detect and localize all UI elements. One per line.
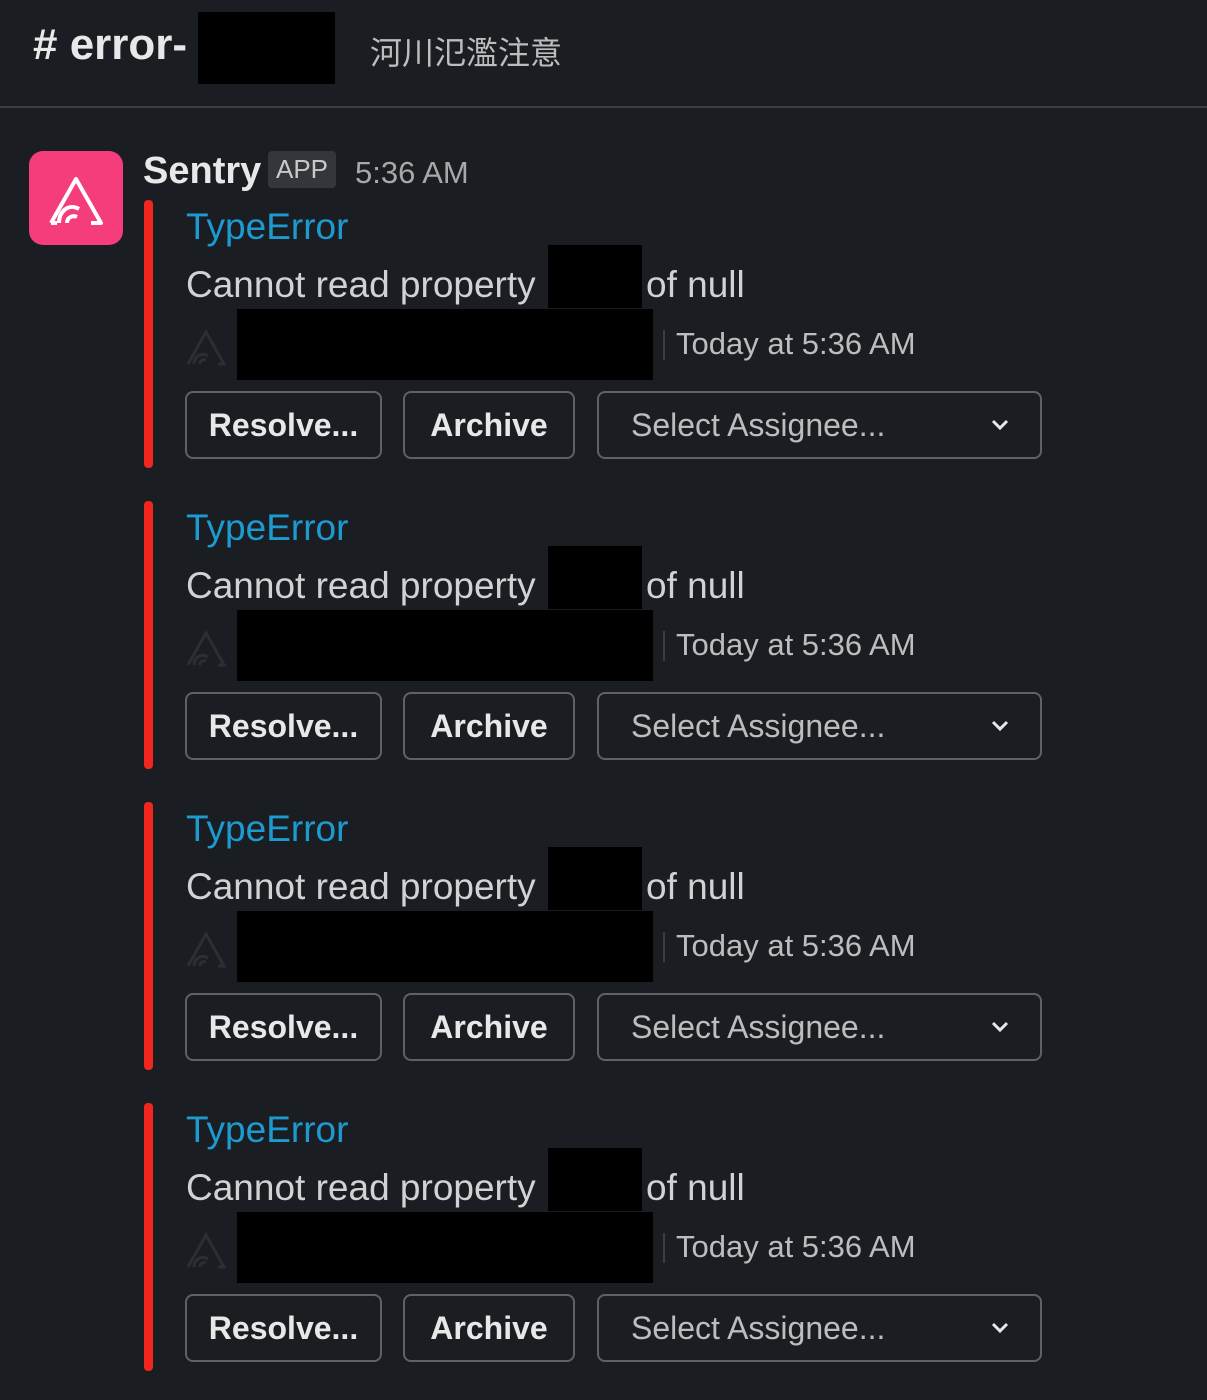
assignee-select[interactable]: Select Assignee... (597, 391, 1042, 459)
attachment-text-suffix: of null (646, 264, 745, 305)
footer-separator (663, 932, 665, 962)
redaction (237, 911, 653, 982)
channel-header: # error- 河川氾濫注意 (0, 0, 1207, 108)
redaction (237, 309, 653, 380)
redaction (548, 546, 642, 609)
redaction (548, 245, 642, 308)
channel-name[interactable]: # error- (33, 20, 187, 70)
attachment-text: Cannot read property (186, 565, 536, 606)
attachment-text: Cannot read property (186, 1167, 536, 1208)
footer-timestamp: Today at 5:36 AM (676, 1229, 916, 1264)
chevron-down-icon (991, 1021, 1009, 1033)
archive-button[interactable]: Archive (403, 1294, 575, 1362)
footer-separator (663, 631, 665, 661)
attachment-color-bar (144, 1103, 153, 1371)
attachment-color-bar (144, 501, 153, 769)
redaction (548, 847, 642, 910)
footer-separator (663, 330, 665, 360)
app-badge: APP (268, 151, 337, 188)
archive-button[interactable]: Archive (403, 692, 575, 760)
sentry-footer-icon (186, 1231, 227, 1269)
attachment: TypeError Cannot read property of null T… (0, 200, 1207, 468)
attachment-title-link[interactable]: TypeError (186, 206, 348, 248)
attachment-color-bar (144, 200, 153, 468)
resolve-button[interactable]: Resolve... (185, 391, 382, 459)
attachment-title-link[interactable]: TypeError (186, 1109, 348, 1151)
archive-button[interactable]: Archive (403, 391, 575, 459)
assignee-select[interactable]: Select Assignee... (597, 993, 1042, 1061)
redaction (548, 1148, 642, 1211)
footer-timestamp: Today at 5:36 AM (676, 928, 916, 963)
archive-button[interactable]: Archive (403, 993, 575, 1061)
assignee-select[interactable]: Select Assignee... (597, 1294, 1042, 1362)
assignee-placeholder: Select Assignee... (631, 406, 886, 443)
sender-name[interactable]: Sentry (143, 150, 261, 193)
attachment: TypeError Cannot read property of null T… (0, 1103, 1207, 1371)
assignee-placeholder: Select Assignee... (631, 707, 886, 744)
resolve-button[interactable]: Resolve... (185, 993, 382, 1061)
chevron-down-icon (991, 1322, 1009, 1334)
redaction (198, 12, 335, 84)
attachment-color-bar (144, 802, 153, 1070)
chevron-down-icon (991, 419, 1009, 431)
sentry-footer-icon (186, 629, 227, 667)
attachment-title-link[interactable]: TypeError (186, 507, 348, 549)
redaction (237, 1212, 653, 1283)
footer-separator (663, 1233, 665, 1263)
attachment: TypeError Cannot read property of null T… (0, 802, 1207, 1070)
footer-timestamp: Today at 5:36 AM (676, 326, 916, 361)
footer-timestamp: Today at 5:36 AM (676, 627, 916, 662)
resolve-button[interactable]: Resolve... (185, 1294, 382, 1362)
assignee-placeholder: Select Assignee... (631, 1008, 886, 1045)
message-time[interactable]: 5:36 AM (355, 155, 469, 191)
redaction (237, 610, 653, 681)
attachment-text-suffix: of null (646, 565, 745, 606)
attachment-text-suffix: of null (646, 866, 745, 907)
attachment-text: Cannot read property (186, 264, 536, 305)
chevron-down-icon (991, 720, 1009, 732)
assignee-select[interactable]: Select Assignee... (597, 692, 1042, 760)
channel-topic: 河川氾濫注意 (370, 35, 563, 71)
attachment-text: Cannot read property (186, 866, 536, 907)
sentry-footer-icon (186, 930, 227, 968)
sentry-footer-icon (186, 328, 227, 366)
attachment-text-suffix: of null (646, 1167, 745, 1208)
attachment: TypeError Cannot read property of null T… (0, 501, 1207, 769)
attachment-title-link[interactable]: TypeError (186, 808, 348, 850)
resolve-button[interactable]: Resolve... (185, 692, 382, 760)
assignee-placeholder: Select Assignee... (631, 1309, 886, 1346)
